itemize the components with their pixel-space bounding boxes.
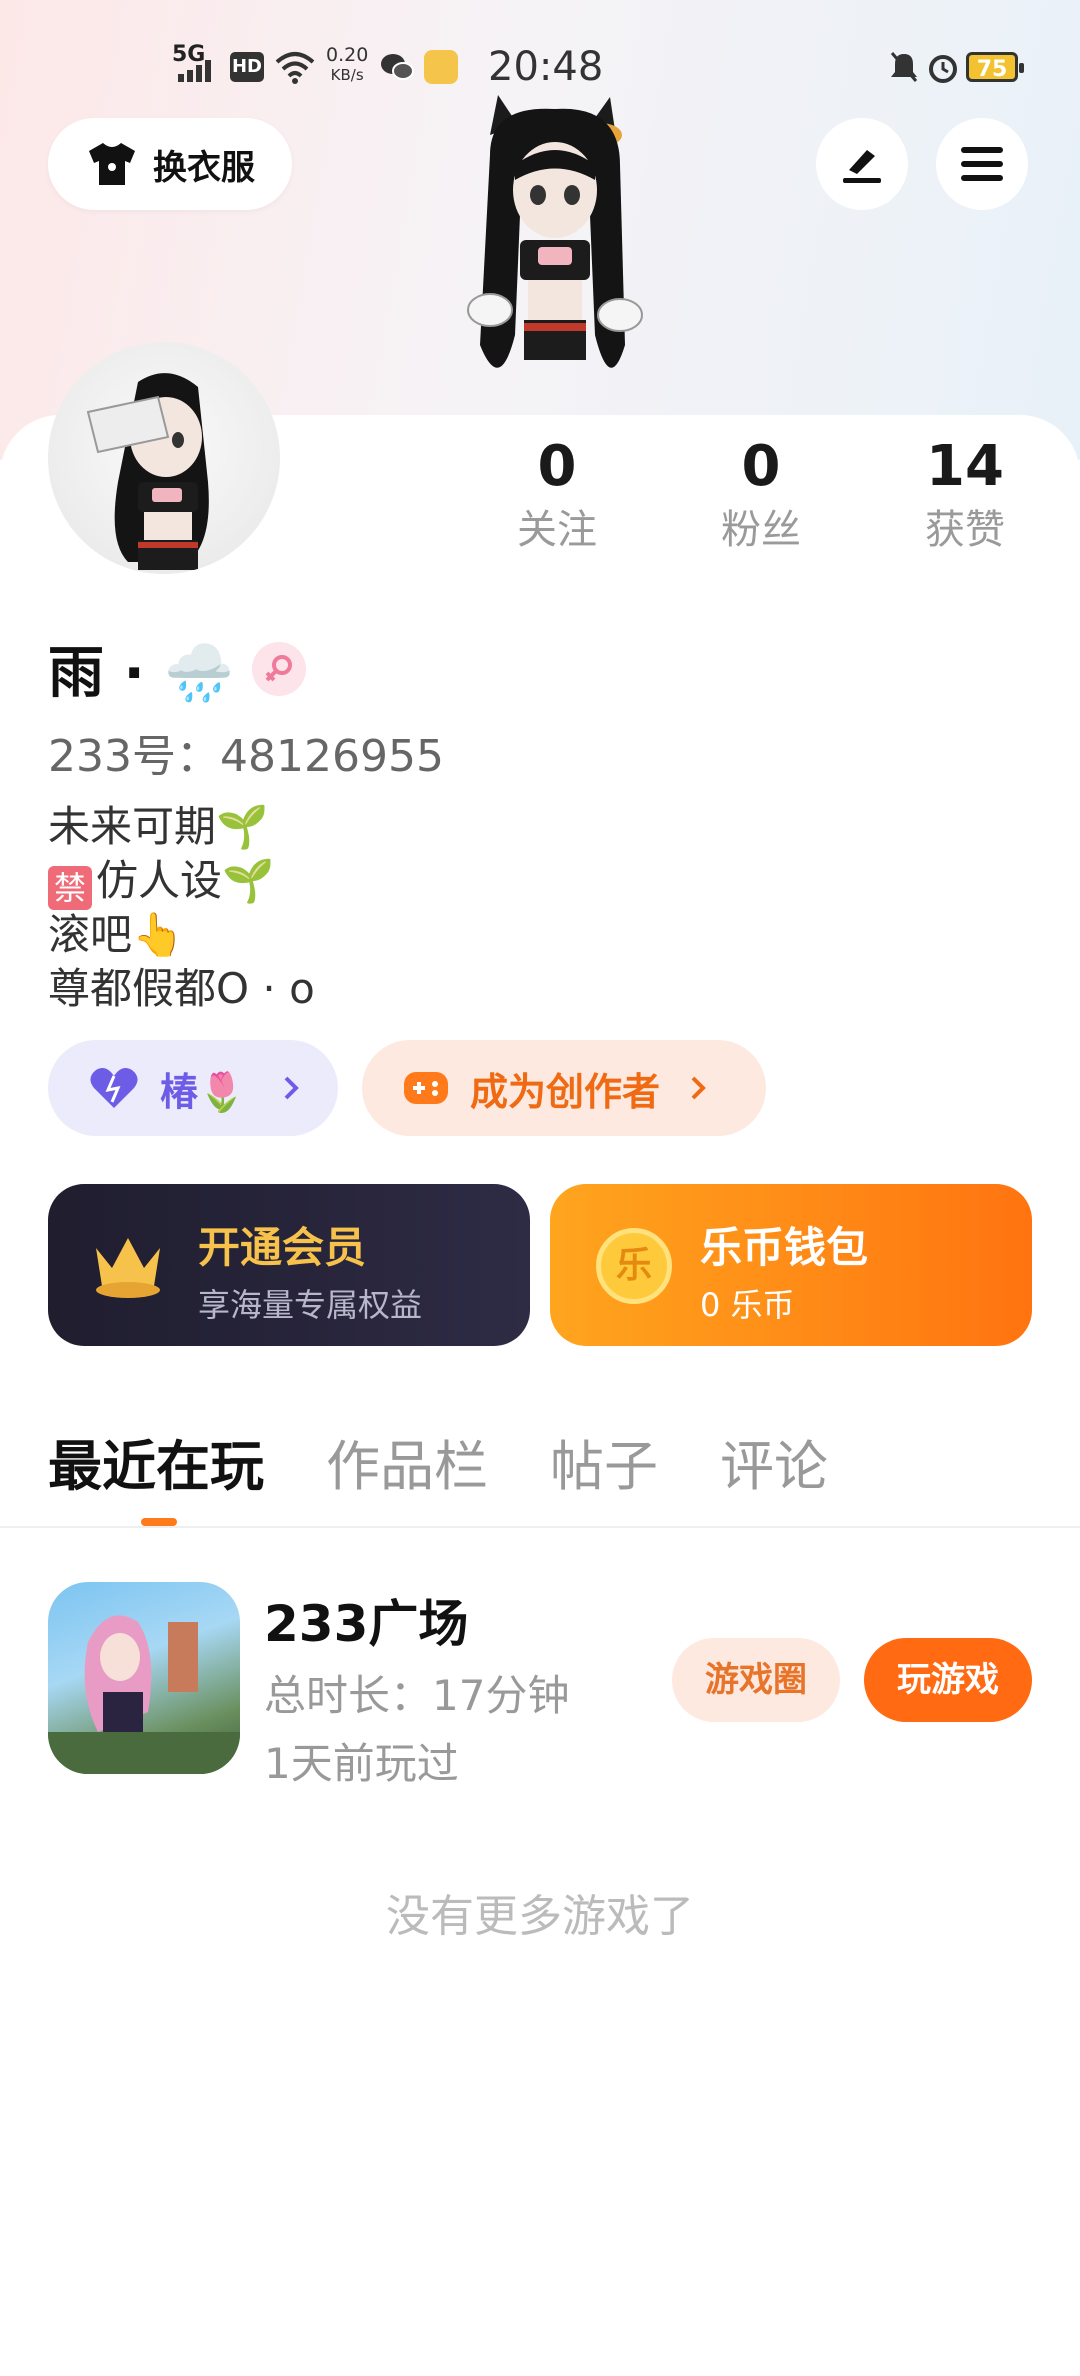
tab-works[interactable]: 作品栏 xyxy=(326,1422,488,1501)
chevron-right-icon xyxy=(691,1076,706,1100)
wallet-title: 乐币钱包 xyxy=(700,1223,869,1272)
change-outfit-button[interactable]: 换衣服 xyxy=(48,118,292,210)
game-last-played: 1天前玩过 xyxy=(264,1739,459,1788)
vip-membership-card[interactable]: 开通会员 享海量专属权益 xyxy=(48,1184,530,1346)
avatar[interactable] xyxy=(48,342,280,574)
hd-icon: HD xyxy=(230,52,264,82)
stat-followers-value: 0 xyxy=(741,434,781,499)
change-outfit-label: 换衣服 xyxy=(153,147,255,188)
become-creator-button[interactable]: 成为创作者 xyxy=(362,1040,766,1136)
content-tabs: 最近在玩 作品栏 帖子 评论 xyxy=(48,1422,828,1501)
tab-active-indicator xyxy=(141,1518,177,1526)
ban-badge: 禁 xyxy=(48,866,92,910)
profile-card xyxy=(0,415,1080,2376)
camellia-tag-button[interactable]: 椿🌷 xyxy=(48,1040,338,1136)
stat-following-value: 0 xyxy=(537,434,577,499)
stat-followers-label: 粉丝 xyxy=(721,507,801,553)
stat-following[interactable]: 0 关注 xyxy=(482,432,632,558)
wechat-icon xyxy=(381,54,414,80)
game-icon[interactable] xyxy=(48,1582,240,1774)
network-speed: 0.20 KB/s xyxy=(326,44,369,85)
game-play-duration: 总时长：17分钟 xyxy=(264,1671,570,1720)
stat-likes-label: 获赞 xyxy=(925,507,1005,553)
profile-name-row: 雨 · 🌧️ xyxy=(48,628,306,709)
stat-followers[interactable]: 0 粉丝 xyxy=(686,432,836,558)
bio-line: 滚吧👆 xyxy=(48,910,185,959)
camellia-tag-label: 椿🌷 xyxy=(160,1069,246,1114)
crown-icon xyxy=(96,1238,160,1298)
vip-subtitle: 享海量专属权益 xyxy=(198,1286,423,1324)
wifi-icon xyxy=(275,52,315,84)
tab-posts[interactable]: 帖子 xyxy=(550,1422,658,1501)
status-time: 20:48 xyxy=(488,44,604,90)
chevron-right-icon xyxy=(284,1076,300,1100)
tab-divider xyxy=(0,1526,1080,1528)
tab-comments[interactable]: 评论 xyxy=(720,1422,828,1501)
bio-line: 尊都假都O · o xyxy=(48,964,315,1013)
menu-icon xyxy=(961,147,1003,181)
gamepad-icon xyxy=(404,1072,448,1104)
become-creator-label: 成为创作者 xyxy=(470,1069,661,1114)
bio-line: 未来可期🌱 xyxy=(48,802,269,851)
signal-icon xyxy=(178,60,211,82)
stat-likes[interactable]: 14 获赞 xyxy=(890,432,1040,558)
vip-title: 开通会员 xyxy=(198,1223,367,1272)
edit-profile-button[interactable] xyxy=(816,118,908,210)
stat-following-label: 关注 xyxy=(517,507,597,553)
profile-name: 雨 · 🌧️ xyxy=(48,641,234,706)
play-game-button[interactable]: 玩游戏 xyxy=(864,1638,1032,1722)
battery-icon: 75 xyxy=(966,52,1024,82)
menu-button[interactable] xyxy=(936,118,1028,210)
mute-icon xyxy=(890,52,918,82)
game-cover-art xyxy=(48,1615,240,1774)
heart-icon xyxy=(90,1068,138,1108)
game-name: 233广场 xyxy=(264,1595,469,1653)
avatar-figure xyxy=(86,373,209,570)
app-notification-icon xyxy=(424,50,458,84)
shirt-icon xyxy=(89,143,135,185)
coin-icon: 乐 xyxy=(596,1228,672,1304)
alarm-icon xyxy=(929,55,957,83)
coin-wallet-card[interactable]: 乐 乐币钱包 0 乐币 xyxy=(550,1184,1032,1346)
edit-icon xyxy=(843,150,881,183)
no-more-games-text: 没有更多游戏了 xyxy=(386,1891,694,1942)
profile-bio: 未来可期🌱 禁仿人设🌱 滚吧👆 尊都假都O · o xyxy=(48,800,315,1016)
bio-line: 禁仿人设🌱 xyxy=(48,854,315,910)
user-id: 233号：48126955 xyxy=(48,731,444,782)
stat-likes-value: 14 xyxy=(926,434,1004,499)
female-gender-icon xyxy=(252,641,306,696)
avatar-character-figure xyxy=(467,95,643,368)
tab-recently-played[interactable]: 最近在玩 xyxy=(48,1422,264,1501)
game-circle-button[interactable]: 游戏圈 xyxy=(672,1638,840,1722)
wallet-balance: 0 乐币 xyxy=(700,1286,795,1324)
